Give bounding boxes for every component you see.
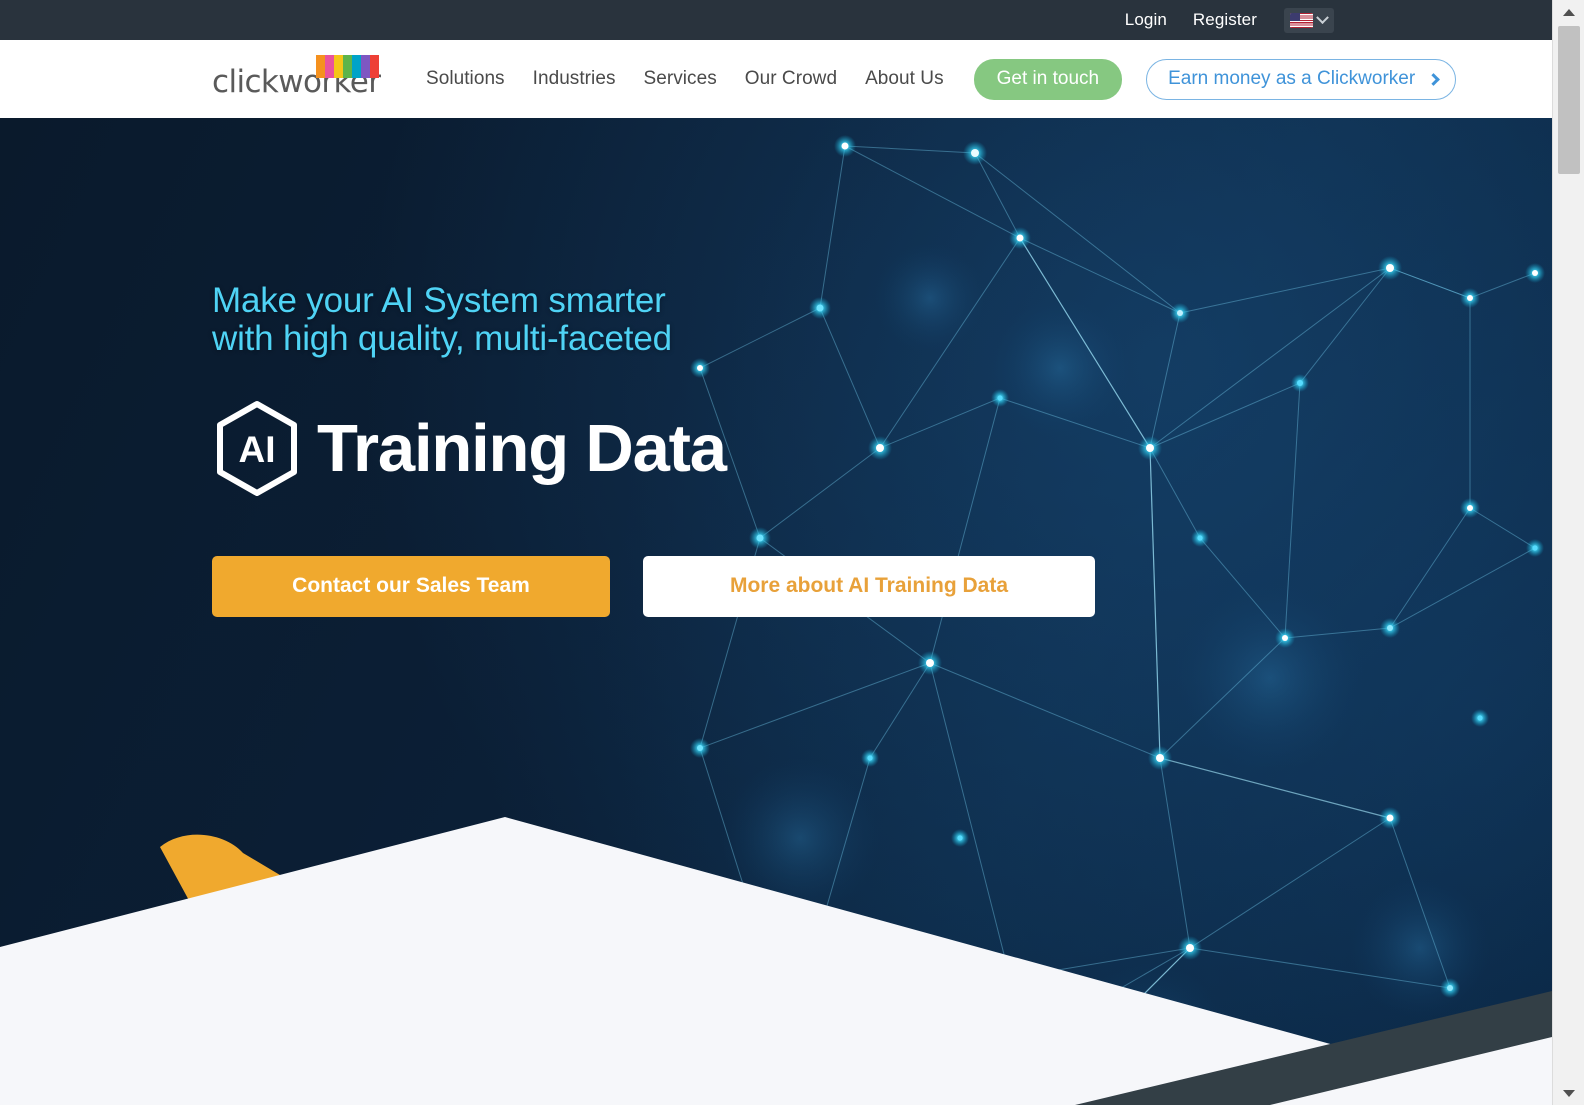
svg-text:AI: AI [239, 429, 276, 470]
scroll-down-arrow-icon[interactable] [1553, 1081, 1584, 1105]
login-link[interactable]: Login [1112, 0, 1180, 40]
contact-sales-button[interactable]: Contact our Sales Team [212, 555, 610, 617]
main-navigation: Solutions Industries Services Our Crowd … [412, 68, 958, 90]
hero-angled-shapes [0, 817, 1552, 1105]
clickworker-logo[interactable]: clickworker [212, 54, 381, 104]
us-flag-icon [1290, 12, 1313, 28]
scrollbar-thumb[interactable] [1558, 26, 1580, 174]
hero-title-row: AI Training Data [212, 400, 1095, 497]
register-link[interactable]: Register [1180, 0, 1270, 40]
nav-item-about-us[interactable]: About Us [851, 68, 958, 90]
hexagon-ai-icon: AI [217, 400, 297, 496]
hero-section: Make your AI System smarter with high qu… [0, 118, 1552, 1105]
scroll-up-arrow-icon[interactable] [1553, 0, 1584, 24]
page-scrollbar[interactable] [1552, 0, 1584, 1105]
chevron-down-icon [1316, 10, 1329, 24]
more-about-ai-training-data-button[interactable]: More about AI Training Data [643, 555, 1095, 617]
hero-subheading: Make your AI System smarter with high qu… [212, 281, 672, 358]
page-viewport: Login Register clickworker Solutions Ind… [0, 0, 1552, 1105]
earn-money-button[interactable]: Earn money as a Clickworker [1146, 58, 1457, 100]
header-actions: Get in touch Earn money as a Clickworker [973, 58, 1457, 100]
earn-money-label: Earn money as a Clickworker [1168, 68, 1416, 89]
chevron-right-icon [1427, 72, 1441, 86]
language-selector[interactable] [1284, 7, 1334, 33]
nav-item-services[interactable]: Services [630, 68, 731, 90]
hero-title: Training Data [317, 410, 727, 486]
nav-item-our-crowd[interactable]: Our Crowd [731, 68, 851, 90]
browser-page: Login Register clickworker Solutions Ind… [0, 0, 1584, 1105]
utility-topbar: Login Register [0, 0, 1552, 40]
hero-cta-row: Contact our Sales Team More about AI Tra… [212, 555, 1095, 617]
hero-content: Make your AI System smarter with high qu… [212, 282, 1095, 617]
get-in-touch-button[interactable]: Get in touch [973, 58, 1123, 100]
nav-item-solutions[interactable]: Solutions [412, 68, 519, 90]
nav-item-industries[interactable]: Industries [519, 68, 630, 90]
site-header: clickworker Solutions Industries Service… [0, 40, 1552, 118]
logo-people-icon [316, 55, 379, 78]
